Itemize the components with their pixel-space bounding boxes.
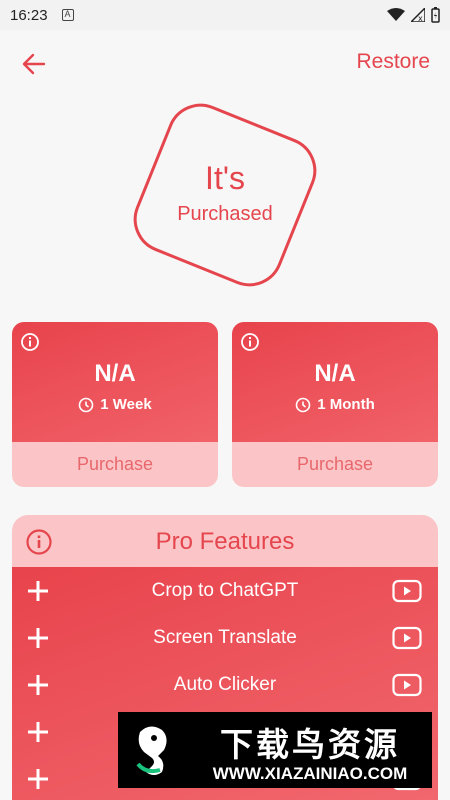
feature-label: Screen Translate <box>153 627 297 648</box>
svg-text:x: x <box>418 14 423 22</box>
pro-features-title: Pro Features <box>155 528 295 555</box>
status-time: 16:23 <box>10 6 48 24</box>
feature-label: Crop to ChatGPT <box>151 580 299 601</box>
purchase-button[interactable]: Purchase <box>232 442 438 487</box>
plan-card-week[interactable]: N/A 1 Week Purchase <box>12 322 218 487</box>
wifi-icon <box>387 8 405 21</box>
youtube-icon[interactable] <box>392 673 422 697</box>
purchased-badge: It's Purchased <box>123 93 327 297</box>
plan-info-area: N/A 1 Month <box>232 322 438 442</box>
watermark-banner: 下载鸟资源 WWW.XIAZAINIAO.COM <box>118 712 432 788</box>
feature-auto-clicker[interactable]: Auto Clicker <box>12 661 438 708</box>
watermark-url: WWW.XIAZAINIAO.COM <box>212 764 408 783</box>
plan-card-month[interactable]: N/A 1 Month Purchase <box>232 322 438 487</box>
plan-price: N/A <box>314 360 356 387</box>
arrow-left-icon <box>22 53 46 75</box>
watermark-title: 下载鸟资源 <box>220 726 400 763</box>
feature-crop-chatgpt[interactable]: Crop to ChatGPT <box>12 567 438 614</box>
status-icons: x <box>387 7 440 23</box>
badge-subtitle: Purchased <box>177 203 273 225</box>
pro-features-header: Pro Features <box>12 515 438 567</box>
clock-icon <box>78 397 94 412</box>
clock-icon <box>295 397 311 412</box>
badge-title: It's <box>205 160 245 196</box>
youtube-icon[interactable] <box>392 626 422 650</box>
status-bar: 16:23 A x <box>0 0 450 30</box>
restore-button[interactable]: Restore <box>356 50 430 74</box>
plan-price: N/A <box>94 360 136 387</box>
youtube-icon[interactable] <box>392 579 422 603</box>
purchase-button[interactable]: Purchase <box>12 442 218 487</box>
bird-logo-icon <box>118 712 188 788</box>
plan-period-label: 1 Month <box>317 396 375 413</box>
battery-icon <box>431 7 440 23</box>
plan-period: 1 Week <box>12 396 218 413</box>
plan-info-area: N/A 1 Week <box>12 322 218 442</box>
notification-icon: A <box>61 9 74 21</box>
plan-period: 1 Month <box>232 396 438 413</box>
info-icon[interactable] <box>20 332 40 352</box>
toolbar: Restore <box>0 30 450 96</box>
feature-screen-translate[interactable]: Screen Translate <box>12 614 438 661</box>
back-button[interactable] <box>18 48 50 80</box>
signal-icon: x <box>411 8 425 22</box>
info-icon[interactable] <box>240 332 260 352</box>
feature-label: Auto Clicker <box>173 674 277 695</box>
plan-period-label: 1 Week <box>100 396 152 413</box>
